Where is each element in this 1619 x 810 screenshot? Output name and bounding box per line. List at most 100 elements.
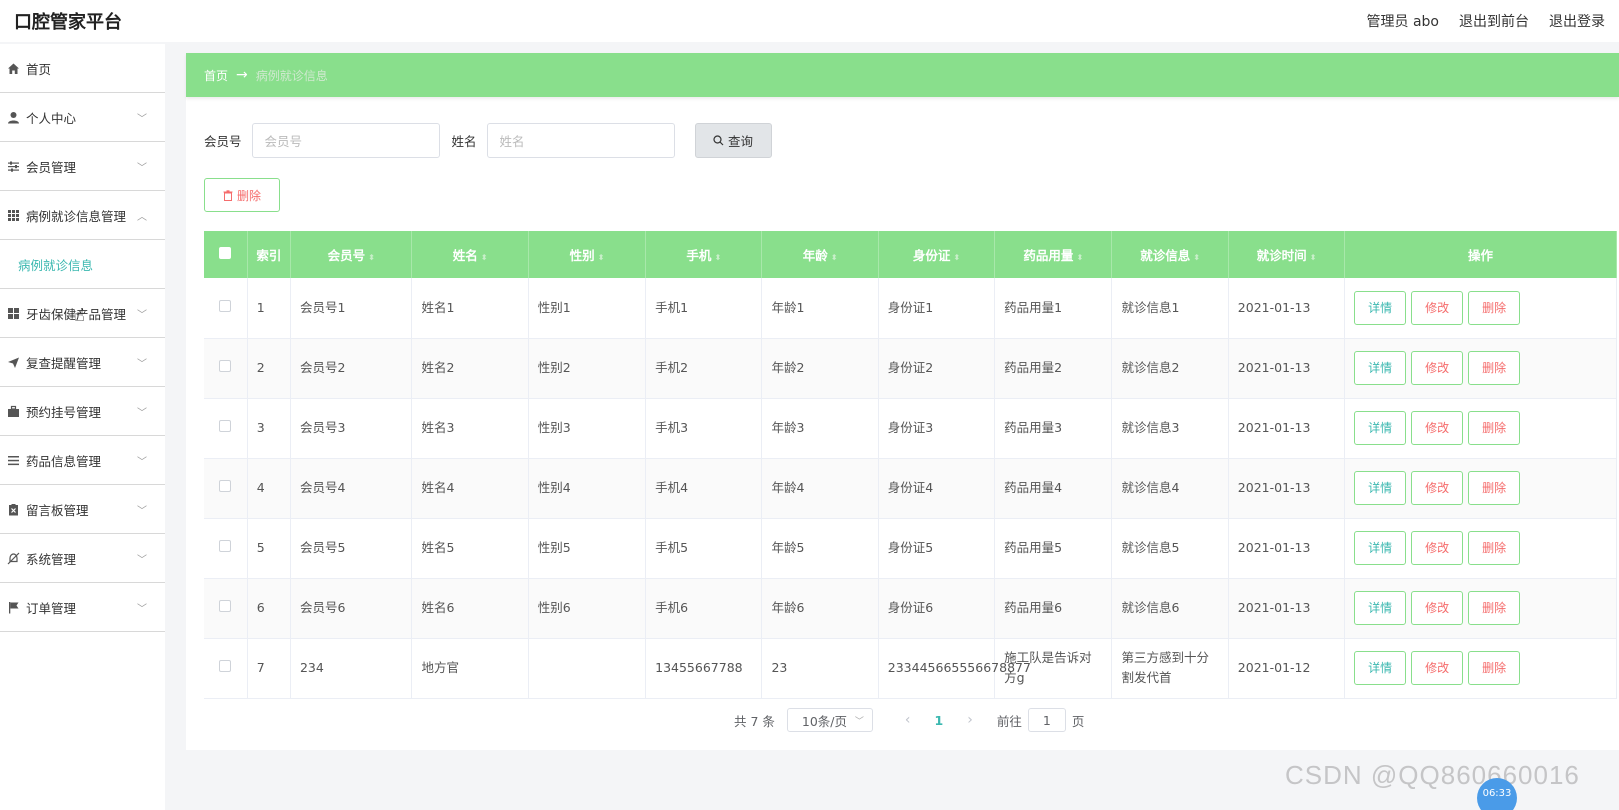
sidebar-item-case-visit-management[interactable]: 病例就诊信息管理 ︿ [0, 191, 165, 240]
sidebar-item-member-management[interactable]: 会员管理 ﹀ [0, 142, 165, 191]
cell-id-card: 233445665556678877 [878, 638, 1031, 699]
sliders-icon [6, 159, 20, 173]
sidebar-item-label: 药品信息管理 [26, 453, 102, 469]
sort-icon[interactable]: ⬍ [368, 253, 375, 262]
view-button[interactable]: 详情 [1354, 411, 1407, 445]
column-header-visit-time[interactable]: 就诊时间 ⬍ [1228, 231, 1346, 278]
row-checkbox[interactable] [219, 299, 232, 312]
edit-button[interactable]: 修改 [1411, 290, 1464, 325]
cell-visit-info: 就诊信息2 [1111, 338, 1229, 399]
admin-user-link[interactable]: 管理员 abo [1367, 11, 1439, 31]
select-all-cell[interactable] [204, 231, 248, 278]
cell-drug-dosage: 施工队是告诉对方g [994, 638, 1113, 699]
sidebar-item-order-management[interactable]: 订单管理 ﹀ [0, 583, 165, 632]
goto-page-input[interactable]: 1 [1027, 708, 1066, 732]
cell-member-number: 会员号6 [290, 578, 413, 639]
batch-delete-button[interactable]: 删除 [204, 178, 280, 212]
member-number-input[interactable]: 会员号 [251, 123, 440, 158]
sidebar-item-personal-center[interactable]: 个人中心 ﹀ [0, 93, 165, 142]
sort-icon[interactable]: ⬍ [598, 253, 605, 262]
row-select-cell[interactable] [204, 278, 248, 339]
select-all-checkbox[interactable] [219, 247, 232, 259]
cell-visit-info: 就诊信息4 [1111, 458, 1229, 519]
sidebar-item-home[interactable]: 首页 [0, 44, 165, 93]
row-checkbox[interactable] [219, 540, 232, 552]
page-size-select[interactable]: 10条/页 ﹀ [786, 708, 873, 732]
row-checkbox[interactable] [219, 360, 232, 372]
cell-visit-info: 第三方感到十分割发代首 [1111, 638, 1229, 699]
row-checkbox[interactable] [219, 660, 232, 672]
row-checkbox[interactable] [219, 600, 232, 612]
edit-button[interactable]: 修改 [1411, 351, 1464, 385]
cell-phone: 手机3 [645, 398, 763, 459]
view-button[interactable]: 详情 [1354, 531, 1407, 565]
column-header-visit-info[interactable]: 就诊信息 ⬍ [1111, 231, 1229, 278]
delete-button[interactable]: 删除 [1468, 471, 1521, 505]
prev-page-button[interactable]: ‹ [905, 712, 911, 728]
edit-button[interactable]: 修改 [1411, 591, 1464, 625]
back-to-front-link[interactable]: 退出到前台 [1459, 11, 1529, 31]
next-page-button[interactable]: › [967, 712, 973, 728]
column-header-id-card[interactable]: 身份证 ⬍ [878, 231, 996, 278]
sort-icon[interactable]: ⬍ [1076, 253, 1083, 262]
row-checkbox[interactable] [219, 480, 232, 492]
cell-age: 年龄4 [761, 458, 879, 519]
row-select-cell[interactable] [204, 638, 248, 699]
view-button[interactable]: 详情 [1354, 591, 1407, 625]
sort-icon[interactable]: ⬍ [953, 253, 960, 262]
cell-index: 6 [247, 578, 291, 639]
edit-button[interactable]: 修改 [1411, 471, 1464, 505]
sidebar-item-message-board[interactable]: 留言板管理 ﹀ [0, 485, 165, 534]
query-button[interactable]: 查询 [694, 123, 772, 158]
cell-index: 5 [247, 518, 291, 579]
sidebar-subitem-case-visit-info[interactable]: 病例就诊信息 [0, 240, 165, 289]
column-header-member-number[interactable]: 会员号 ⬍ [290, 231, 413, 278]
delete-button[interactable]: 删除 [1468, 591, 1521, 625]
sort-icon[interactable]: ⬍ [831, 253, 838, 262]
view-button[interactable]: 详情 [1354, 471, 1407, 505]
cell-gender: 性别6 [528, 578, 647, 639]
column-header-index: 索引 [247, 231, 291, 278]
sidebar-item-system-management[interactable]: 系统管理 ﹀ [0, 534, 165, 583]
row-select-cell[interactable] [204, 398, 248, 459]
row-select-cell[interactable] [204, 338, 248, 399]
sort-icon[interactable]: ⬍ [1310, 253, 1317, 262]
row-select-cell[interactable] [204, 518, 248, 579]
row-select-cell[interactable] [204, 458, 248, 519]
cell-visit-time: 2021-01-12 [1228, 638, 1346, 699]
column-header-name[interactable]: 姓名 ⬍ [411, 231, 529, 278]
view-button[interactable]: 详情 [1354, 351, 1407, 385]
sort-icon[interactable]: ⬍ [714, 253, 721, 262]
cell-actions: 详情 修改 删除 [1344, 398, 1617, 459]
view-button[interactable]: 详情 [1354, 290, 1407, 325]
sidebar-item-drug-info[interactable]: 药品信息管理 ﹀ [0, 436, 165, 485]
breadcrumb-home[interactable]: 首页 [204, 67, 228, 84]
view-button[interactable]: 详情 [1354, 651, 1407, 685]
delete-button[interactable]: 删除 [1468, 411, 1521, 445]
cell-age: 年龄5 [761, 518, 879, 579]
edit-button[interactable]: 修改 [1411, 651, 1464, 685]
column-header-phone[interactable]: 手机 ⬍ [645, 231, 763, 278]
delete-button[interactable]: 删除 [1468, 351, 1521, 385]
page-number-current[interactable]: 1 [935, 713, 944, 728]
delete-button[interactable]: 删除 [1468, 651, 1521, 685]
edit-button[interactable]: 修改 [1411, 531, 1464, 565]
row-checkbox[interactable] [219, 420, 232, 432]
cell-age: 年龄3 [761, 398, 879, 459]
column-header-drug-dosage[interactable]: 药品用量 ⬍ [994, 231, 1113, 278]
name-input[interactable]: 姓名 [486, 123, 675, 158]
sort-icon[interactable]: ⬍ [1193, 253, 1200, 262]
cell-actions: 详情 修改 删除 [1344, 458, 1617, 519]
row-select-cell[interactable] [204, 578, 248, 639]
logout-link[interactable]: 退出登录 [1549, 11, 1605, 31]
edit-button[interactable]: 修改 [1411, 411, 1464, 445]
column-header-gender[interactable]: 性别 ⬍ [528, 231, 647, 278]
column-header-age[interactable]: 年龄 ⬍ [761, 231, 879, 278]
delete-button[interactable]: 删除 [1468, 531, 1521, 565]
sidebar-item-appointment-registration[interactable]: 预约挂号管理 ﹀ [0, 387, 165, 436]
delete-button[interactable]: 删除 [1468, 290, 1521, 325]
sidebar-item-review-reminder[interactable]: 复查提醒管理 ﹀ [0, 338, 165, 387]
cell-age: 年龄6 [761, 578, 879, 639]
sort-icon[interactable]: ⬍ [481, 253, 488, 262]
user-icon [6, 110, 20, 124]
